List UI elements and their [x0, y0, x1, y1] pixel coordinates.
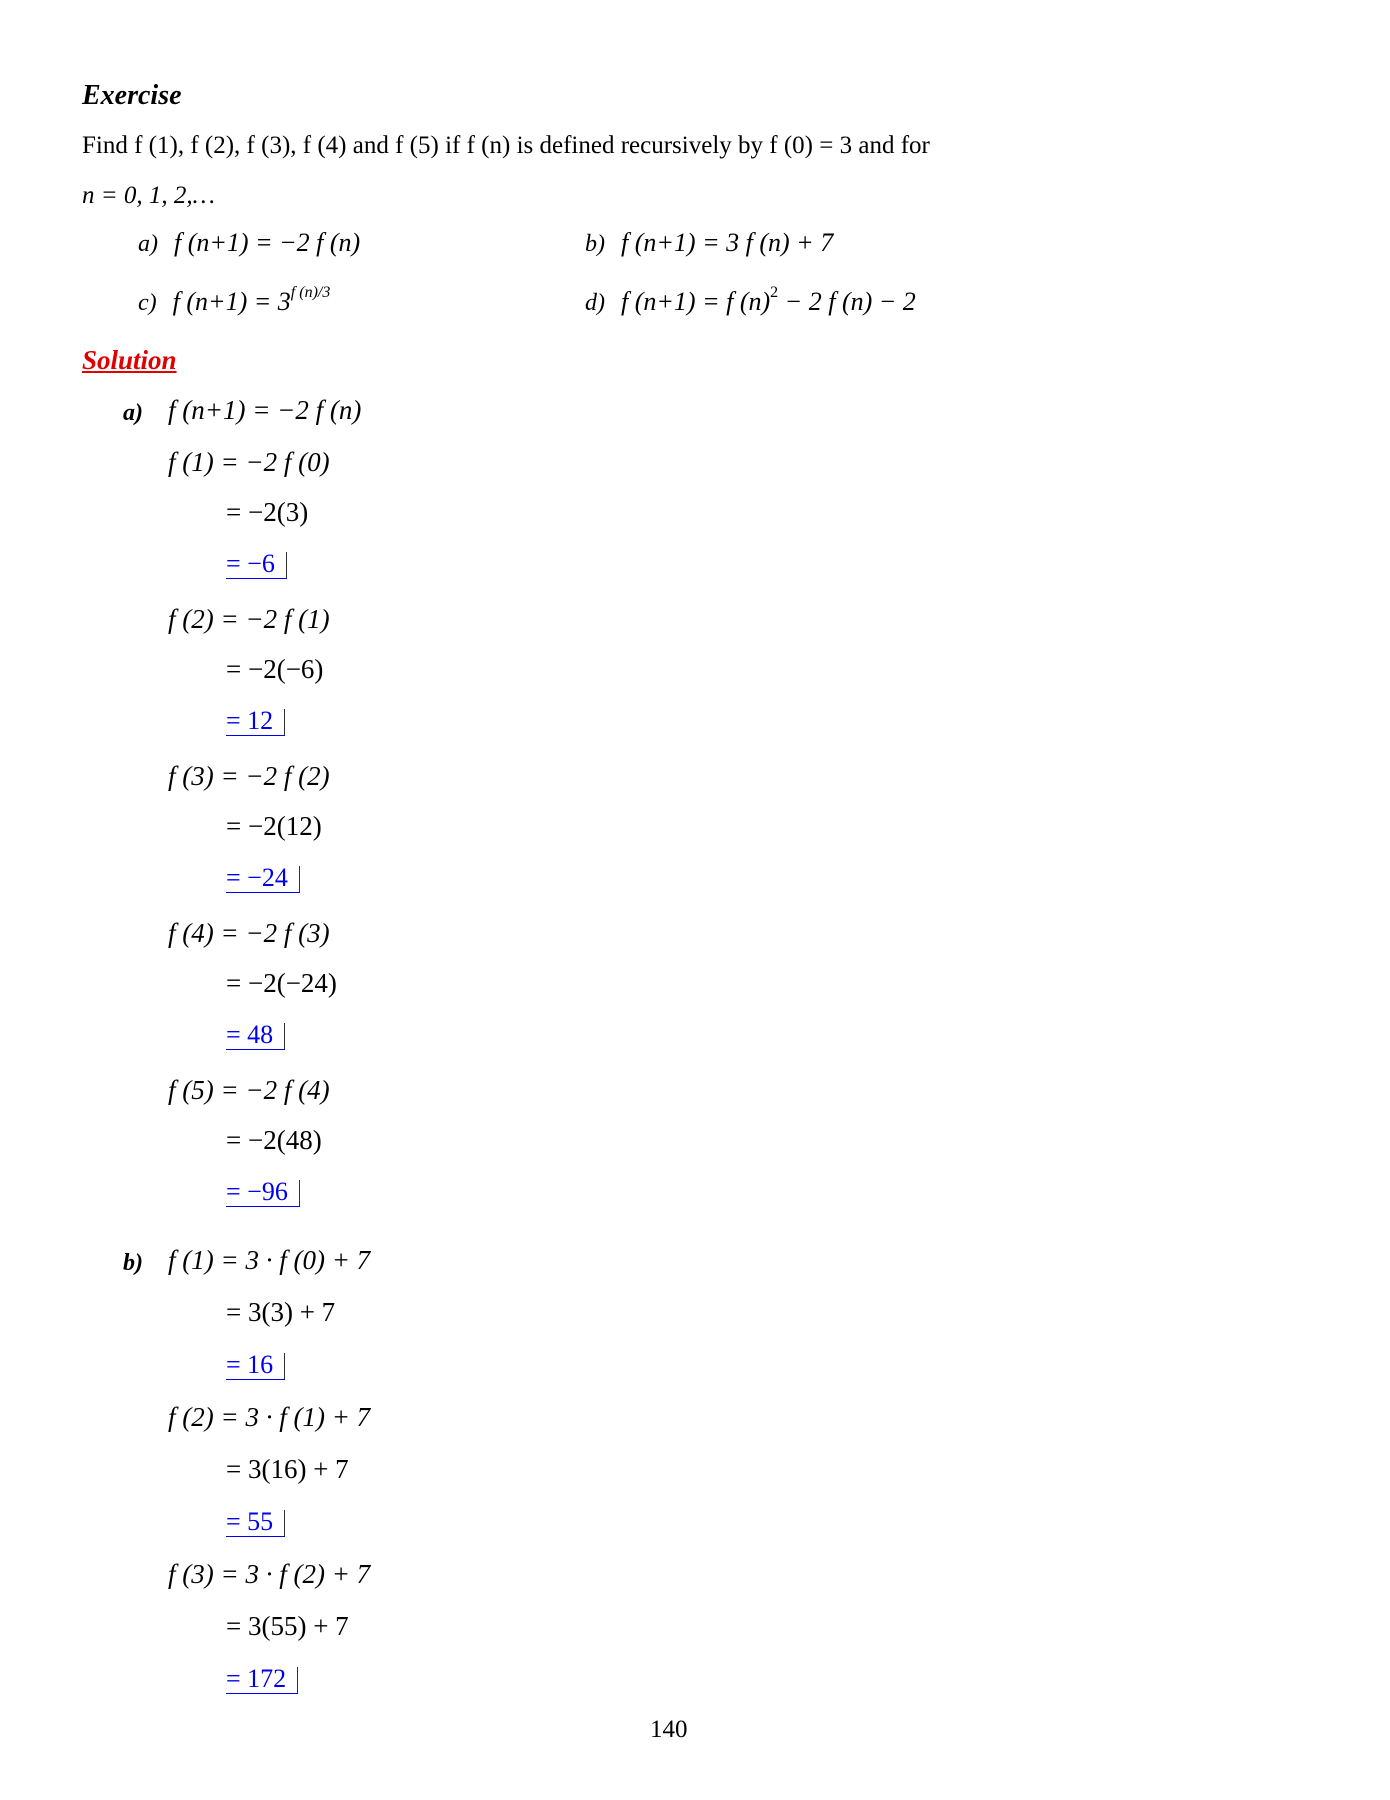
- part-a-step-5-expr: f (5) = −2 f (4): [168, 1075, 330, 1105]
- part-a-step-4-work: = −2(−24): [226, 968, 337, 998]
- option-b-expr: f (n+1) = 3 f (n) + 7: [621, 228, 834, 257]
- part-a-rule: f (n+1) = −2 f (n): [168, 395, 362, 425]
- option-a: a) f (n+1) = −2 f (n): [138, 228, 360, 258]
- option-d-exponent: 2: [770, 284, 779, 301]
- exercise-heading: Exercise: [82, 80, 182, 111]
- part-a-step-3-work: = −2(12): [226, 811, 322, 841]
- part-b-step-1-work: = 3(3) + 7: [226, 1297, 336, 1327]
- solution-heading: Solution: [82, 345, 177, 375]
- part-a-step-4-answer: = 48: [226, 1021, 286, 1050]
- option-c: c) f (n+1) = 3f (n)/3: [138, 284, 330, 317]
- option-c-exponent: f (n)/3: [290, 284, 331, 301]
- part-b-step-1-answer: = 16: [226, 1351, 286, 1380]
- part-b-step-1-expr: f (1) = 3 · f (0) + 7: [168, 1245, 371, 1275]
- part-a-step-1-work: = −2(3): [226, 497, 309, 527]
- part-a-step-3-expr: f (3) = −2 f (2): [168, 761, 330, 791]
- option-d-expr: f (n+1) = f (n): [621, 287, 771, 316]
- part-a-step-3-answer: = −24: [226, 864, 300, 893]
- part-b-label: b): [123, 1250, 143, 1276]
- part-b-step-2-answer: = 55: [226, 1508, 286, 1537]
- part-b-step-3-expr: f (3) = 3 · f (2) + 7: [168, 1559, 371, 1589]
- option-c-expr: f (n+1) = 3: [172, 287, 291, 316]
- part-a-step-4-expr: f (4) = −2 f (3): [168, 918, 330, 948]
- option-d: d) f (n+1) = f (n)2 − 2 f (n) − 2: [585, 284, 916, 317]
- option-a-label: a): [138, 231, 158, 257]
- option-a-expr: f (n+1) = −2 f (n): [174, 228, 361, 257]
- part-a-step-1-answer: = −6: [226, 550, 287, 579]
- option-c-label: c): [138, 290, 157, 316]
- document-page: Exercise Find f (1), f (2), f (3), f (4)…: [0, 0, 1390, 1800]
- option-d-expr-tail: − 2 f (n) − 2: [778, 287, 916, 316]
- part-b-step-2-expr: f (2) = 3 · f (1) + 7: [168, 1402, 371, 1432]
- part-a-step-2-work: = −2(−6): [226, 654, 324, 684]
- option-b: b) f (n+1) = 3 f (n) + 7: [585, 228, 833, 258]
- option-b-label: b): [585, 231, 605, 257]
- exercise-prompt-line-1: Find f (1), f (2), f (3), f (4) and f (5…: [82, 132, 930, 159]
- part-a-step-5-answer: = −96: [226, 1178, 300, 1207]
- exercise-prompt-line-2: n = 0, 1, 2,…: [82, 182, 215, 209]
- page-number: 140: [650, 1716, 688, 1743]
- part-a-label: a): [123, 400, 143, 426]
- part-b-step-2-work: = 3(16) + 7: [226, 1454, 349, 1484]
- part-b-step-3-answer: = 172: [226, 1665, 299, 1694]
- part-a-step-1-expr: f (1) = −2 f (0): [168, 447, 330, 477]
- option-d-label: d): [585, 290, 605, 316]
- part-a-step-2-expr: f (2) = −2 f (1): [168, 604, 330, 634]
- part-a-step-5-work: = −2(48): [226, 1125, 322, 1155]
- part-b-step-3-work: = 3(55) + 7: [226, 1611, 349, 1641]
- part-a-step-2-answer: = 12: [226, 707, 286, 736]
